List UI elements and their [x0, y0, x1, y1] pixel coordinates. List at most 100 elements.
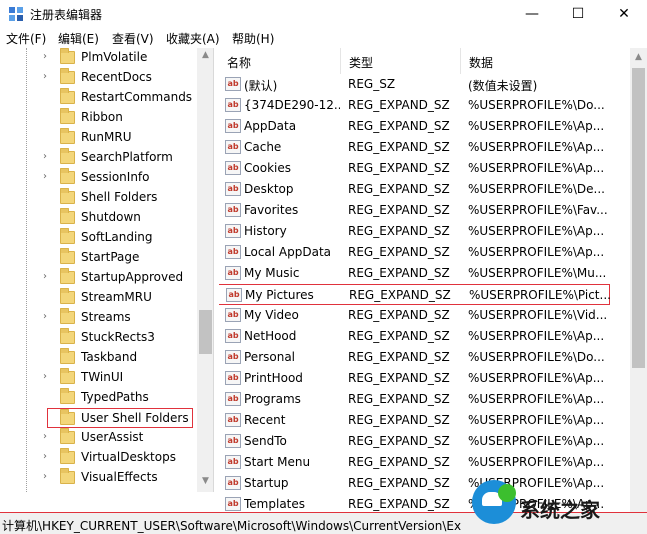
- expand-chevron-icon[interactable]: ›: [43, 311, 47, 322]
- folder-icon: [60, 409, 75, 425]
- tree-item[interactable]: Shell Folders: [0, 188, 196, 208]
- tree-item-label: TypedPaths: [81, 390, 149, 404]
- cell-type: REG_EXPAND_SZ: [348, 329, 450, 343]
- tree-item-label: StartupApproved: [81, 270, 184, 284]
- tree-item[interactable]: StreamMRU: [0, 288, 196, 308]
- scroll-down-arrow-icon[interactable]: ▼: [197, 476, 213, 490]
- cell-name: AppData: [244, 119, 297, 133]
- cell-data: %USERPROFILE%\Ap...: [468, 119, 605, 133]
- cell-name: (默认): [244, 79, 278, 93]
- tree-item[interactable]: › StartupApproved: [0, 268, 196, 288]
- table-row[interactable]: ab History REG_EXPAND_SZ %USERPROFILE%\Ap..…: [219, 221, 629, 242]
- cell-data: %USERPROFILE%\Fav...: [468, 203, 608, 217]
- menu-edit[interactable]: 编辑(E): [58, 30, 99, 47]
- table-row[interactable]: ab My Pictures REG_EXPAND_SZ %USERPROFILE%\…: [219, 284, 611, 305]
- expand-chevron-icon[interactable]: ›: [43, 171, 47, 182]
- cell-data: %USERPROFILE%\Ap...: [468, 224, 605, 238]
- table-row[interactable]: ab NetHood REG_EXPAND_SZ %USERPROFILE%\Ap..…: [219, 326, 629, 347]
- string-value-icon: ab: [225, 77, 241, 91]
- cell-name: {374DE290-12...: [244, 98, 340, 112]
- list-scroll-thumb[interactable]: [632, 68, 645, 368]
- tree-item[interactable]: › PlmVolatile: [0, 48, 196, 68]
- tree-scroll-thumb[interactable]: [199, 310, 212, 354]
- table-row[interactable]: ab Programs REG_EXPAND_SZ %USERPROFILE%\Ap.…: [219, 389, 629, 410]
- expand-chevron-icon[interactable]: ›: [43, 71, 47, 82]
- window-title: 注册表编辑器: [30, 8, 103, 22]
- cell-type: REG_EXPAND_SZ: [348, 392, 450, 406]
- tree-item[interactable]: › SessionInfo: [0, 168, 196, 188]
- expand-chevron-icon[interactable]: ›: [43, 271, 47, 282]
- tree-item[interactable]: Taskband: [0, 348, 196, 368]
- table-row[interactable]: ab AppData REG_EXPAND_SZ %USERPROFILE%\Ap..…: [219, 116, 629, 137]
- cell-data: %USERPROFILE%\Do...: [468, 98, 605, 112]
- tree-item[interactable]: › VirtualDesktops: [0, 448, 196, 468]
- string-value-icon: ab: [225, 455, 241, 469]
- scroll-up-arrow-icon[interactable]: ▲: [630, 52, 647, 66]
- tree-item-label: StartPage: [81, 250, 140, 264]
- cell-name: Desktop: [244, 182, 294, 196]
- cell-type: REG_EXPAND_SZ: [348, 224, 450, 238]
- tree-item[interactable]: StartPage: [0, 248, 196, 268]
- tree-item[interactable]: RunMRU: [0, 128, 196, 148]
- expand-chevron-icon[interactable]: ›: [43, 471, 47, 482]
- tree-item[interactable]: › SearchPlatform: [0, 148, 196, 168]
- table-row[interactable]: ab Cookies REG_EXPAND_SZ %USERPROFILE%\Ap..…: [219, 158, 629, 179]
- table-row[interactable]: ab PrintHood REG_EXPAND_SZ %USERPROFILE%\Ap…: [219, 368, 629, 389]
- tree-item[interactable]: Ribbon: [0, 108, 196, 128]
- tree-item[interactable]: › VisualEffects: [0, 468, 196, 488]
- menu-help[interactable]: 帮助(H): [232, 30, 274, 47]
- folder-icon: [60, 188, 75, 204]
- menu-file[interactable]: 文件(F): [6, 30, 46, 47]
- tree-item-label: RunMRU: [81, 130, 132, 144]
- table-row[interactable]: ab (默认) REG_SZ (数值未设置): [219, 74, 629, 95]
- table-row[interactable]: ab My Video REG_EXPAND_SZ %USERPROFILE%\Vid…: [219, 305, 629, 326]
- table-row[interactable]: ab Personal REG_EXPAND_SZ %USERPROFILE%\Do.…: [219, 347, 629, 368]
- tree-item[interactable]: › RecentDocs: [0, 68, 196, 88]
- tree-item[interactable]: › TWinUI: [0, 368, 196, 388]
- tree-item[interactable]: › UserAssist: [0, 428, 196, 448]
- folder-icon: [60, 388, 75, 404]
- scroll-up-arrow-icon[interactable]: ▲: [197, 50, 213, 64]
- registry-tree[interactable]: › PlmVolatile › RecentDocs RestartCommands Ri…: [0, 48, 214, 492]
- column-header-type[interactable]: 类型: [341, 48, 461, 74]
- tree-item[interactable]: Shutdown: [0, 208, 196, 228]
- tree-item[interactable]: SoftLanding: [0, 228, 196, 248]
- folder-icon: [60, 268, 75, 284]
- list-scrollbar[interactable]: ▲: [630, 48, 647, 512]
- tree-item[interactable]: StuckRects3: [0, 328, 196, 348]
- tree-item[interactable]: TypedPaths: [0, 388, 196, 408]
- table-row[interactable]: ab Desktop REG_EXPAND_SZ %USERPROFILE%\De..…: [219, 179, 629, 200]
- column-header-name[interactable]: 名称: [219, 48, 341, 74]
- tree-item[interactable]: › Streams: [0, 308, 196, 328]
- expand-chevron-icon[interactable]: ›: [43, 151, 47, 162]
- cell-data: %USERPROFILE%\Pict...: [469, 288, 611, 302]
- folder-icon: [60, 288, 75, 304]
- expand-chevron-icon[interactable]: ›: [43, 371, 47, 382]
- table-row[interactable]: ab Cache REG_EXPAND_SZ %USERPROFILE%\Ap...: [219, 137, 629, 158]
- table-row[interactable]: ab Local AppData REG_EXPAND_SZ %USERPROFILE…: [219, 242, 629, 263]
- cell-name: Cookies: [244, 161, 291, 175]
- expand-chevron-icon[interactable]: ›: [43, 51, 47, 62]
- close-button[interactable]: ✕: [601, 0, 647, 28]
- expand-chevron-icon[interactable]: ›: [43, 431, 47, 442]
- table-row[interactable]: ab Favorites REG_EXPAND_SZ %USERPROFILE%\Fa…: [219, 200, 629, 221]
- column-header-data[interactable]: 数据: [461, 48, 629, 74]
- maximize-button[interactable]: ☐: [555, 0, 601, 28]
- tree-item[interactable]: RestartCommands: [0, 88, 196, 108]
- table-row[interactable]: ab My Music REG_EXPAND_SZ %USERPROFILE%\Mu.…: [219, 263, 629, 284]
- table-row[interactable]: ab Recent REG_EXPAND_SZ %USERPROFILE%\Ap...: [219, 410, 629, 431]
- minimize-button[interactable]: —: [509, 0, 555, 28]
- table-row[interactable]: ab {374DE290-12... REG_EXPAND_SZ %USERPROFI…: [219, 95, 629, 116]
- tree-scrollbar[interactable]: ▲ ▼: [197, 48, 213, 492]
- menu-view[interactable]: 查看(V): [112, 30, 154, 47]
- folder-icon: [60, 308, 75, 324]
- values-list[interactable]: 名称 类型 数据 ab (默认) REG_SZ (数值未设置) ab {374DE290-…: [219, 48, 647, 512]
- cell-name: Start Menu: [244, 455, 311, 469]
- menu-favorites[interactable]: 收藏夹(A): [166, 30, 220, 47]
- string-value-icon: ab: [225, 98, 241, 112]
- tree-item[interactable]: User Shell Folders: [47, 408, 193, 428]
- table-row[interactable]: ab SendTo REG_EXPAND_SZ %USERPROFILE%\Ap...: [219, 431, 629, 452]
- folder-icon: [60, 248, 75, 264]
- string-value-icon: ab: [225, 119, 241, 133]
- expand-chevron-icon[interactable]: ›: [43, 451, 47, 462]
